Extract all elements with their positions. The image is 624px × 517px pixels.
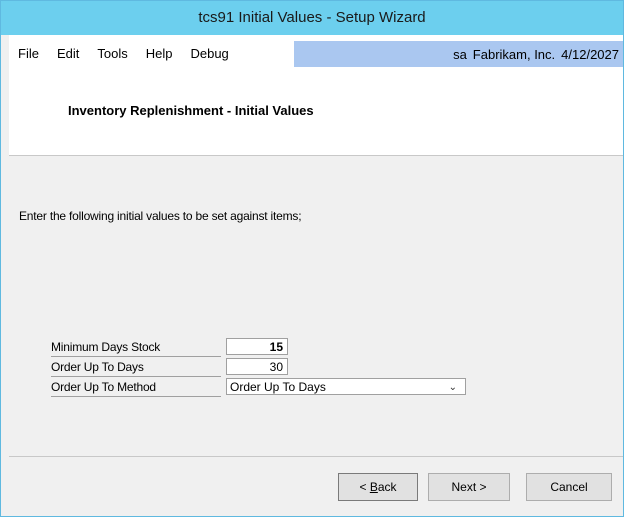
back-button-hotkey: B [369, 480, 378, 494]
menu-file[interactable]: File [9, 35, 48, 73]
status-date: 4/12/2027 [561, 46, 619, 62]
menu-edit[interactable]: Edit [48, 35, 88, 73]
menu-help[interactable]: Help [137, 35, 182, 73]
menu-tools[interactable]: Tools [88, 35, 136, 73]
order-up-to-days-label: Order Up To Days [51, 358, 221, 377]
back-button-prefix: < [359, 480, 370, 494]
menu-bar: File Edit Tools Help Debug sa Fabrikam, … [9, 35, 623, 73]
cancel-button[interactable]: Cancel [526, 473, 612, 501]
minimum-days-stock-label: Minimum Days Stock [51, 338, 221, 357]
menu-debug[interactable]: Debug [181, 35, 237, 73]
status-user: sa [453, 46, 467, 62]
chevron-down-icon[interactable]: ⌄ [449, 379, 457, 396]
footer-divider [9, 456, 623, 457]
order-up-to-method-select[interactable]: Order Up To Days ⌄ [226, 378, 466, 395]
status-company: Fabrikam, Inc. [472, 46, 556, 62]
body-area: Enter the following initial values to be… [9, 156, 623, 456]
status-area: sa Fabrikam, Inc. 4/12/2027 [294, 41, 623, 67]
window-title: tcs91 Initial Values - Setup Wizard [198, 9, 426, 26]
next-button[interactable]: Next > [428, 473, 510, 501]
header-panel: Inventory Replenishment - Initial Values [9, 73, 623, 156]
order-up-to-method-label: Order Up To Method [51, 378, 221, 397]
instruction-text: Enter the following initial values to be… [19, 209, 302, 223]
minimum-days-stock-input[interactable]: 15 [226, 338, 288, 355]
back-button-suffix: ack [377, 480, 397, 494]
setup-wizard-window: tcs91 Initial Values - Setup Wizard File… [0, 0, 624, 517]
title-bar[interactable]: tcs91 Initial Values - Setup Wizard [1, 1, 623, 35]
back-button[interactable]: < Back [338, 473, 418, 501]
page-title: Inventory Replenishment - Initial Values [68, 103, 314, 118]
order-up-to-method-value: Order Up To Days [230, 380, 326, 394]
order-up-to-days-input[interactable]: 30 [226, 358, 288, 375]
